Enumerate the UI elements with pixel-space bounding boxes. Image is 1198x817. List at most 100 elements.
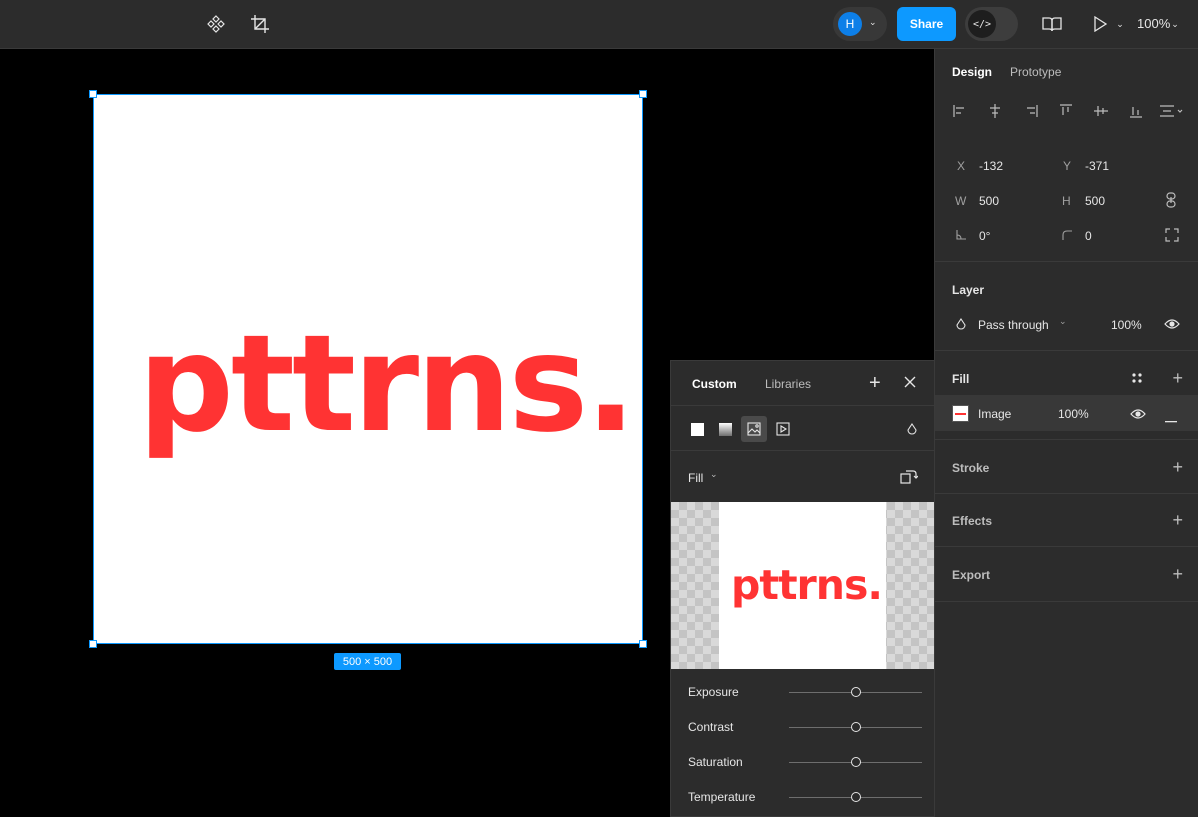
blend-drop-icon [956,318,966,334]
image-fill-thumbnail-icon[interactable] [952,405,969,422]
image-scale-mode-row: Fill ⌄ [671,451,935,501]
adjust-saturation-row: Saturation [671,745,935,780]
export-section-title[interactable]: Export [952,568,990,582]
w-label: W [955,194,967,208]
layer-section-title: Layer [952,283,985,297]
tab-prototype[interactable]: Prototype [1010,65,1061,79]
rotation-input[interactable]: 0° [979,229,990,243]
corner-radius-icon [1061,229,1073,244]
saturation-slider-knob[interactable] [850,757,861,767]
add-stroke-icon[interactable]: + [1172,458,1183,476]
remove-fill-icon[interactable] [1165,412,1177,426]
gradient-fill-icon[interactable] [712,416,738,442]
preview-image-text: pttrns. [731,561,883,609]
user-avatar[interactable]: H [838,12,862,36]
resize-handle-top-left[interactable] [89,90,97,98]
resize-handle-bottom-right[interactable] [639,640,647,648]
width-input[interactable]: 500 [979,194,999,208]
fill-type-label[interactable]: Image [978,407,1011,421]
chevron-down-icon[interactable]: ⌄ [1163,12,1187,36]
fill-opacity-input[interactable]: 100% [1058,407,1089,421]
align-left-icon[interactable] [952,103,968,119]
fill-section: Fill + Image 100% [935,351,1198,440]
tab-design[interactable]: Design [952,65,992,79]
share-button[interactable]: Share [897,7,956,41]
add-export-icon[interactable]: + [1172,565,1183,583]
paint-type-selector [671,406,935,451]
exposure-slider-knob[interactable] [850,687,861,697]
image-preview[interactable]: pttrns. [671,502,935,669]
height-input[interactable]: 500 [1085,194,1105,208]
stroke-section: Stroke + [935,440,1198,494]
temperature-slider-knob[interactable] [850,792,861,802]
video-fill-icon[interactable] [770,416,796,442]
chevron-down-icon[interactable]: ⌄ [1108,12,1132,36]
frame-image-text: pttrns. [138,306,636,462]
component-icon[interactable] [204,12,228,36]
independent-corners-icon[interactable] [1165,228,1179,245]
image-fill-icon[interactable] [741,416,767,442]
eye-icon[interactable] [1164,318,1180,333]
exposure-label: Exposure [688,685,739,699]
adjust-contrast-row: Contrast [671,710,935,745]
align-right-icon[interactable] [1023,103,1039,119]
image-preview-content: pttrns. [719,502,886,669]
align-vertical-center-icon[interactable] [1093,103,1109,119]
effects-section: Effects + [935,494,1198,547]
top-toolbar: H ⌄ Share </> ⌄ 100% ⌄ [0,0,1198,49]
chevron-down-icon[interactable]: ⌄ [710,469,718,480]
constrain-proportions-link-icon[interactable] [1165,192,1177,211]
style-grid-icon[interactable] [1131,372,1143,387]
multiplayer-avatar-menu[interactable]: H ⌄ [833,7,887,41]
rotate-image-icon[interactable] [900,468,919,487]
align-horizontal-center-icon[interactable] [987,103,1003,119]
crop-icon[interactable] [248,12,272,36]
saturation-label: Saturation [688,755,743,769]
solid-fill-icon[interactable] [684,416,710,442]
align-bottom-icon[interactable] [1128,103,1144,119]
canvas-frame-selected[interactable]: pttrns. [93,94,643,644]
layer-opacity-input[interactable]: 100% [1111,318,1142,332]
x-input[interactable]: -132 [979,159,1003,173]
adjust-temperature-row: Temperature [671,780,935,815]
contrast-label: Contrast [688,720,734,734]
adjust-exposure-row: Exposure [671,675,935,710]
x-label: X [957,159,966,173]
add-fill-icon[interactable]: + [1172,369,1183,387]
tab-custom[interactable]: Custom [692,377,737,391]
eye-icon[interactable] [1130,408,1146,423]
close-icon[interactable] [903,375,917,392]
distribute-menu-icon[interactable] [1159,103,1185,119]
y-label: Y [1063,159,1072,173]
size-badge: 500 × 500 [334,653,401,670]
layer-section: Layer Pass through ⌄ 100% [935,262,1198,351]
library-book-icon[interactable] [1040,12,1064,36]
tab-libraries[interactable]: Libraries [765,377,811,391]
add-effect-icon[interactable]: + [1172,511,1183,529]
blend-mode-dropdown[interactable]: Pass through [978,318,1049,332]
resize-handle-top-right[interactable] [639,90,647,98]
effects-section-title[interactable]: Effects [952,514,992,528]
contrast-slider-knob[interactable] [850,722,861,732]
scale-mode-dropdown[interactable]: Fill [688,471,703,485]
rotation-icon [955,229,967,244]
chevron-down-icon[interactable]: ⌄ [1059,316,1067,327]
code-icon: </> [968,10,996,38]
blend-drop-icon[interactable] [899,416,925,442]
h-label: H [1062,194,1071,208]
popup-header: Custom Libraries + [671,361,935,406]
stroke-section-title[interactable]: Stroke [952,461,989,475]
align-top-icon[interactable] [1058,103,1074,119]
add-style-icon[interactable]: + [869,373,881,393]
chevron-down-icon[interactable]: ⌄ [869,17,877,28]
temperature-label: Temperature [688,790,756,804]
fill-section-title: Fill [952,372,970,386]
fill-picker-popup: Custom Libraries + Fill ⌄ pttrns. Exposu… [670,360,935,817]
export-section: Export + [935,547,1198,602]
frame-properties-section: Design Prototype X -132 Y -371 W 500 H 5… [935,49,1198,262]
y-input[interactable]: -371 [1085,159,1109,173]
dev-mode-toggle[interactable]: </> [965,7,1018,41]
corner-radius-input[interactable]: 0 [1085,229,1092,243]
fill-row-image[interactable]: Image 100% [935,395,1198,431]
resize-handle-bottom-left[interactable] [89,640,97,648]
